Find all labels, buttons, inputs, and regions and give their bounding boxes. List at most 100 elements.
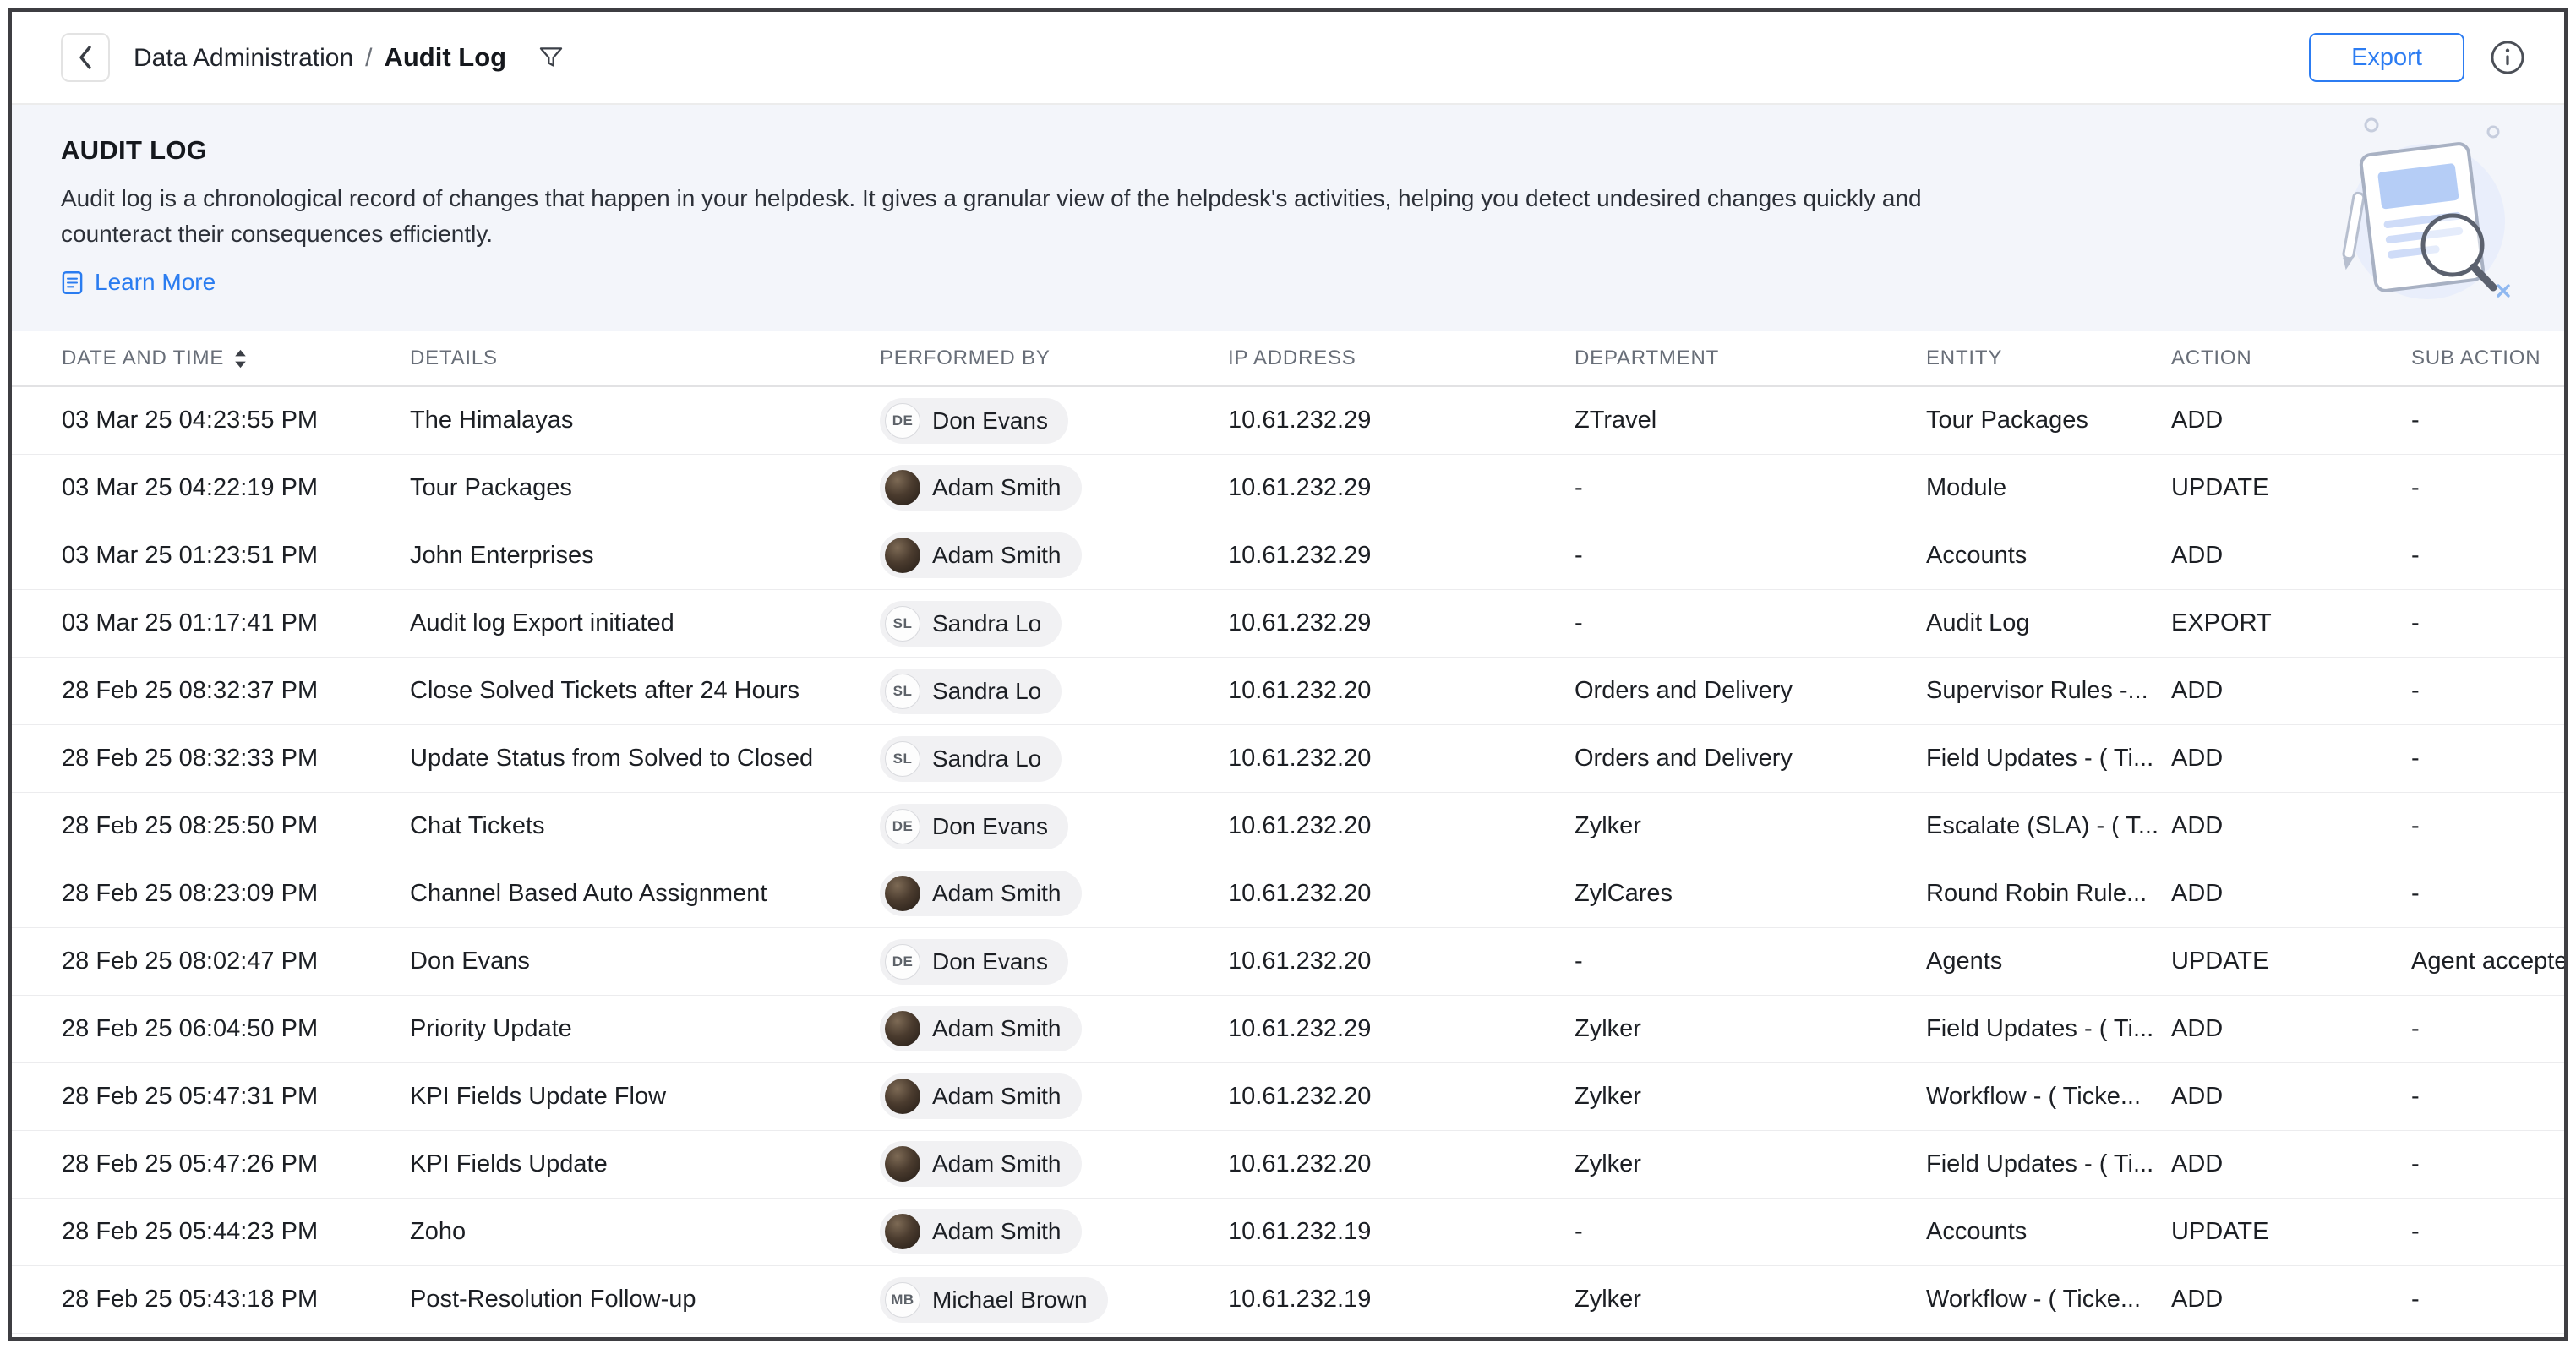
performer-name: Adam Smith (932, 542, 1062, 569)
page-description: Audit log is a chronological record of c… (61, 181, 1933, 252)
table-row[interactable]: 03 Mar 25 01:17:41 PM Audit log Export i… (12, 590, 2564, 658)
sort-icon[interactable] (232, 348, 248, 369)
performed-by-chip[interactable]: Adam Smith (880, 465, 1082, 511)
cell-performed-by: Adam Smith (880, 532, 1228, 580)
cell-details: Priority Update (410, 1015, 880, 1043)
avatar: MB (885, 1282, 920, 1318)
cell-details: KPI Fields Update Flow (410, 1083, 880, 1111)
breadcrumb-parent[interactable]: Data Administration (134, 44, 353, 73)
performer-name: Don Evans (932, 948, 1048, 975)
column-header-date-time[interactable]: DATE AND TIME (62, 347, 410, 370)
column-header-action: ACTION (2171, 347, 2411, 370)
performed-by-chip[interactable]: SL Sandra Lo (880, 601, 1062, 647)
performed-by-chip[interactable]: SL Sandra Lo (880, 736, 1062, 782)
performed-by-chip[interactable]: Adam Smith (880, 1006, 1082, 1051)
cell-sub-action: Agent accepted t... (2411, 948, 2564, 975)
table-row[interactable]: 28 Feb 25 08:25:50 PM Chat Tickets DE Do… (12, 793, 2564, 860)
cell-ip-address: 10.61.232.20 (1228, 677, 1575, 705)
cell-entity: Round Robin Rule... (1926, 880, 2171, 908)
table-row[interactable]: 03 Mar 25 04:23:55 PM The Himalayas DE D… (12, 387, 2564, 455)
performer-name: Sandra Lo (932, 610, 1041, 637)
cell-ip-address: 10.61.232.29 (1228, 542, 1575, 570)
performer-name: Adam Smith (932, 1083, 1062, 1110)
breadcrumb-separator: / (365, 44, 372, 73)
cell-entity: Supervisor Rules -... (1926, 677, 2171, 705)
cell-sub-action: - (2411, 542, 2564, 570)
learn-more-doc-icon (61, 270, 84, 295)
filter-button[interactable] (537, 43, 565, 72)
avatar: SL (885, 606, 920, 642)
performer-name: Sandra Lo (932, 746, 1041, 773)
cell-datetime: 03 Mar 25 01:23:51 PM (62, 542, 410, 570)
cell-entity: Field Updates - ( Ti... (1926, 1015, 2171, 1043)
cell-sub-action: - (2411, 677, 2564, 705)
performed-by-chip[interactable]: DE Don Evans (880, 804, 1068, 849)
export-button[interactable]: Export (2309, 33, 2464, 82)
performed-by-chip[interactable]: Adam Smith (880, 871, 1082, 916)
performed-by-chip[interactable]: MB Michael Brown (880, 1277, 1108, 1323)
avatar (885, 470, 920, 505)
column-header-performed-by: PERFORMED BY (880, 347, 1228, 370)
performed-by-chip[interactable]: Adam Smith (880, 1073, 1082, 1119)
cell-ip-address: 10.61.232.29 (1228, 407, 1575, 434)
cell-ip-address: 10.61.232.29 (1228, 474, 1575, 502)
cell-details: The Himalayas (410, 407, 880, 434)
cell-datetime: 28 Feb 25 05:47:31 PM (62, 1083, 410, 1111)
cell-datetime: 28 Feb 25 05:43:18 PM (62, 1286, 410, 1314)
cell-details: Audit log Export initiated (410, 609, 880, 637)
performed-by-chip[interactable]: DE Don Evans (880, 939, 1068, 985)
avatar: DE (885, 944, 920, 980)
cell-details: Post-Resolution Follow-up (410, 1286, 880, 1314)
performed-by-chip[interactable]: DE Don Evans (880, 398, 1068, 444)
column-label: PERFORMED BY (880, 347, 1051, 370)
cell-details: Tour Packages (410, 474, 880, 502)
cell-datetime: 28 Feb 25 08:02:47 PM (62, 948, 410, 975)
cell-entity: Accounts (1926, 1218, 2171, 1246)
back-button[interactable] (61, 33, 110, 82)
cell-performed-by: MB Michael Brown (880, 1277, 1228, 1323)
cell-details: Close Solved Tickets after 24 Hours (410, 677, 880, 705)
column-label: SUB ACTION (2411, 347, 2541, 370)
avatar: SL (885, 674, 920, 709)
performed-by-chip[interactable]: Adam Smith (880, 532, 1082, 578)
cell-entity: Field Updates - ( Ti... (1926, 745, 2171, 773)
performed-by-chip[interactable]: Adam Smith (880, 1209, 1082, 1254)
learn-more-link[interactable]: Learn More (61, 269, 216, 296)
cell-action: ADD (2171, 812, 2411, 840)
audit-log-window: Data Administration / Audit Log Export A… (8, 8, 2568, 1341)
cell-datetime: 03 Mar 25 04:23:55 PM (62, 407, 410, 434)
cell-performed-by: Adam Smith (880, 1209, 1228, 1256)
cell-action: ADD (2171, 542, 2411, 570)
table-row[interactable]: 28 Feb 25 08:32:33 PM Update Status from… (12, 725, 2564, 793)
info-icon (2488, 38, 2527, 77)
cell-entity: Workflow - ( Ticke... (1926, 1083, 2171, 1111)
performed-by-chip[interactable]: Adam Smith (880, 1141, 1082, 1187)
table-row[interactable]: 03 Mar 25 04:22:19 PM Tour Packages Adam… (12, 455, 2564, 522)
cell-department: ZylCares (1575, 880, 1926, 908)
info-button[interactable] (2488, 38, 2527, 77)
table-row[interactable]: 03 Mar 25 01:23:51 PM John Enterprises A… (12, 522, 2564, 590)
cell-action: ADD (2171, 677, 2411, 705)
table-row[interactable]: 28 Feb 25 05:47:26 PM KPI Fields Update … (12, 1131, 2564, 1199)
cell-department: ZTravel (1575, 407, 1926, 434)
cell-action: ADD (2171, 1015, 2411, 1043)
table-row[interactable]: 28 Feb 25 08:02:47 PM Don Evans DE Don E… (12, 928, 2564, 996)
cell-performed-by: SL Sandra Lo (880, 669, 1228, 714)
cell-details: KPI Fields Update (410, 1150, 880, 1178)
cell-details: Don Evans (410, 948, 880, 975)
cell-ip-address: 10.61.232.29 (1228, 609, 1575, 637)
table-row[interactable]: 28 Feb 25 06:04:50 PM Priority Update Ad… (12, 996, 2564, 1063)
table-row[interactable]: 28 Feb 25 08:32:37 PM Close Solved Ticke… (12, 658, 2564, 725)
cell-datetime: 28 Feb 25 05:44:23 PM (62, 1218, 410, 1246)
filter-funnel-icon (537, 43, 565, 72)
table-row[interactable]: 28 Feb 25 05:43:18 PM Post-Resolution Fo… (12, 1266, 2564, 1334)
cell-details: John Enterprises (410, 542, 880, 570)
cell-details: Zoho (410, 1218, 880, 1246)
table-row[interactable]: 28 Feb 25 08:23:09 PM Channel Based Auto… (12, 860, 2564, 928)
cell-datetime: 28 Feb 25 08:32:33 PM (62, 745, 410, 773)
cell-sub-action: - (2411, 1218, 2564, 1246)
table-row[interactable]: 28 Feb 25 05:47:31 PM KPI Fields Update … (12, 1063, 2564, 1131)
cell-datetime: 28 Feb 25 05:47:26 PM (62, 1150, 410, 1178)
performed-by-chip[interactable]: SL Sandra Lo (880, 669, 1062, 714)
table-row[interactable]: 28 Feb 25 05:44:23 PM Zoho Adam Smith 10… (12, 1199, 2564, 1266)
